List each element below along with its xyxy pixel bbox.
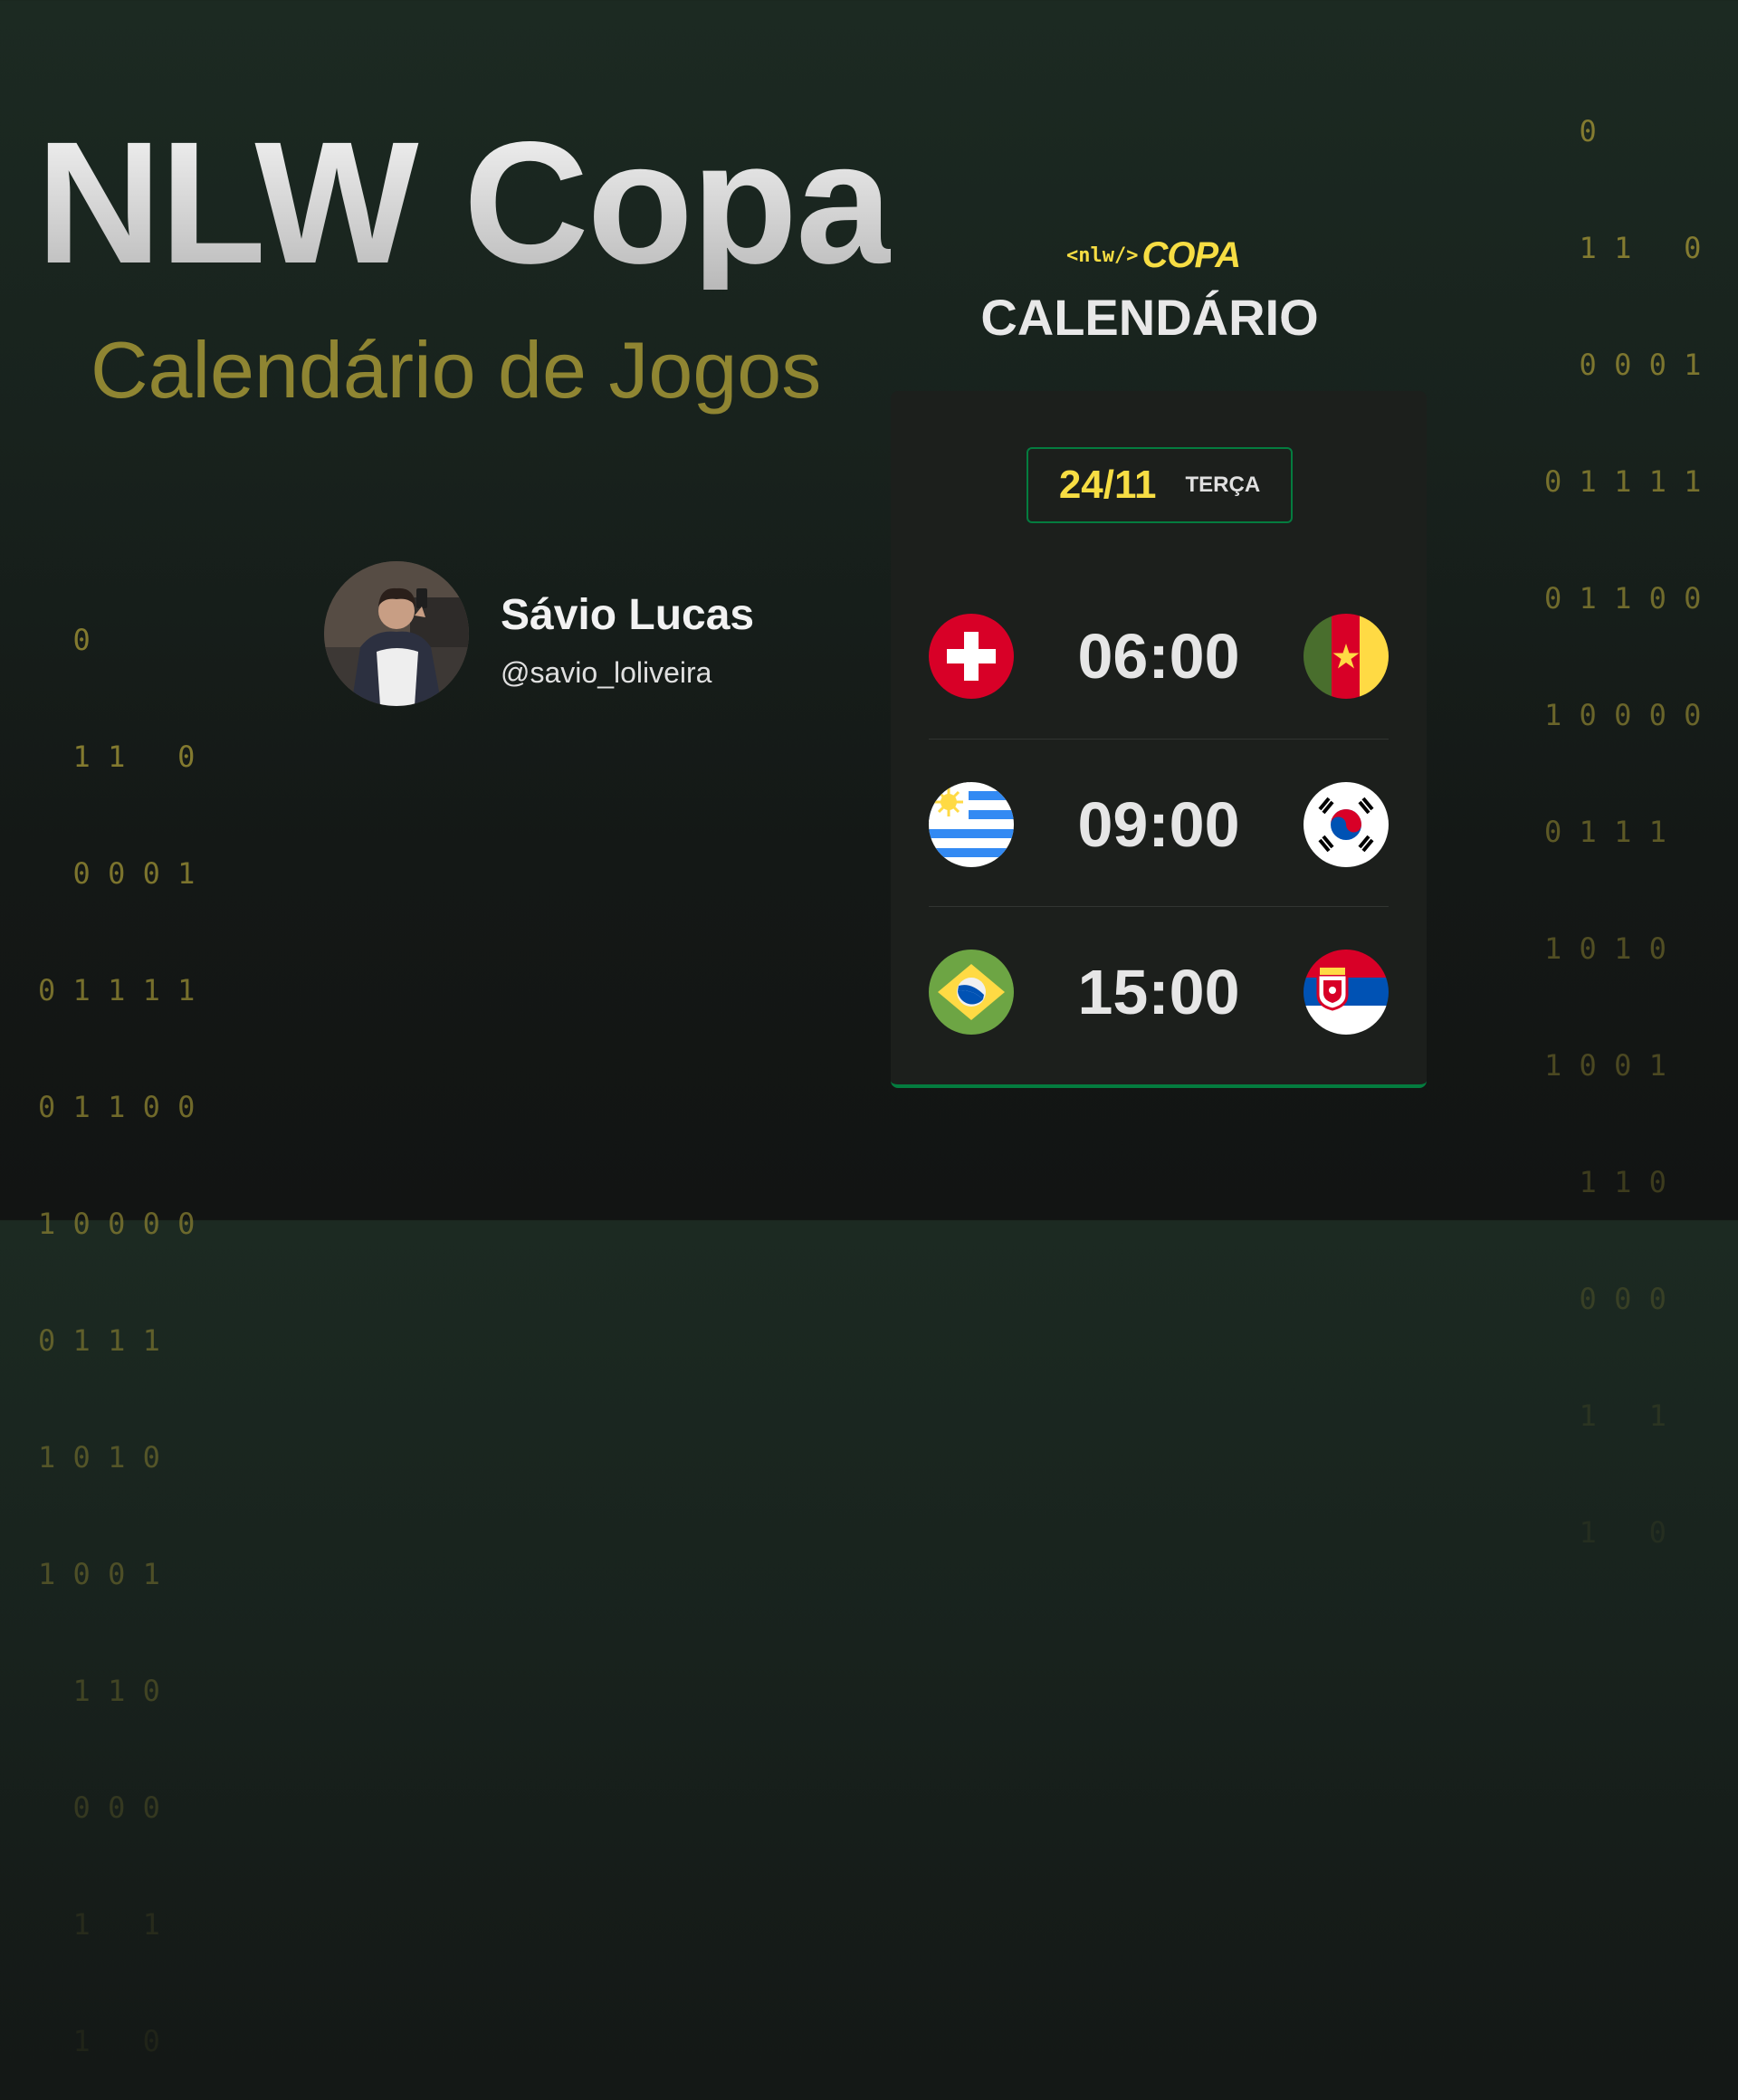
logo-text: COPA: [1141, 234, 1241, 275]
hero-title: NLW Copa: [36, 105, 893, 300]
match-row[interactable]: 09:00: [929, 740, 1389, 909]
calendar-title: CALENDÁRIO: [980, 289, 1319, 346]
avatar[interactable]: [324, 561, 469, 706]
match-divider: [929, 906, 1389, 907]
match-time: 09:00: [1077, 789, 1240, 860]
switzerland-flag-icon: [929, 614, 1014, 699]
author-handle[interactable]: @savio_loliveira: [501, 656, 711, 690]
match-row[interactable]: 15:00: [929, 908, 1389, 1076]
uruguay-flag-icon: [929, 782, 1014, 867]
binary-decoration-left: 0 1 1 0 0 0 0 1 0 1 1 1 1 0 1 1 0 0 1 0 …: [38, 623, 196, 2058]
south-korea-flag-icon: [1304, 782, 1389, 867]
nlw-copa-logo: <nlw/> COPA: [1066, 234, 1241, 277]
schedule-card: 24/11 TERÇA 06:00 09:00 15:00: [891, 391, 1427, 1088]
binary-decoration-right: 0 1 1 0 0 0 0 1 0 1 1 1 1 0 1 1 0 0 1 0 …: [1544, 114, 1702, 1550]
match-time: 06:00: [1077, 621, 1240, 692]
brazil-flag-icon: [929, 950, 1014, 1035]
serbia-flag-icon: [1304, 950, 1389, 1035]
date-badge: 24/11 TERÇA: [1027, 447, 1293, 523]
author-name: Sávio Lucas: [501, 591, 755, 639]
hero-subtitle: Calendário de Jogos: [91, 325, 822, 415]
person-photo-icon: [324, 561, 469, 706]
cameroon-flag-icon: [1304, 614, 1389, 699]
date-value: 24/11: [1058, 463, 1157, 507]
date-weekday: TERÇA: [1185, 472, 1261, 497]
match-row[interactable]: 06:00: [929, 572, 1389, 740]
match-divider: [929, 739, 1389, 740]
logo-tag: <nlw/>: [1066, 243, 1139, 267]
match-time: 15:00: [1077, 957, 1240, 1027]
